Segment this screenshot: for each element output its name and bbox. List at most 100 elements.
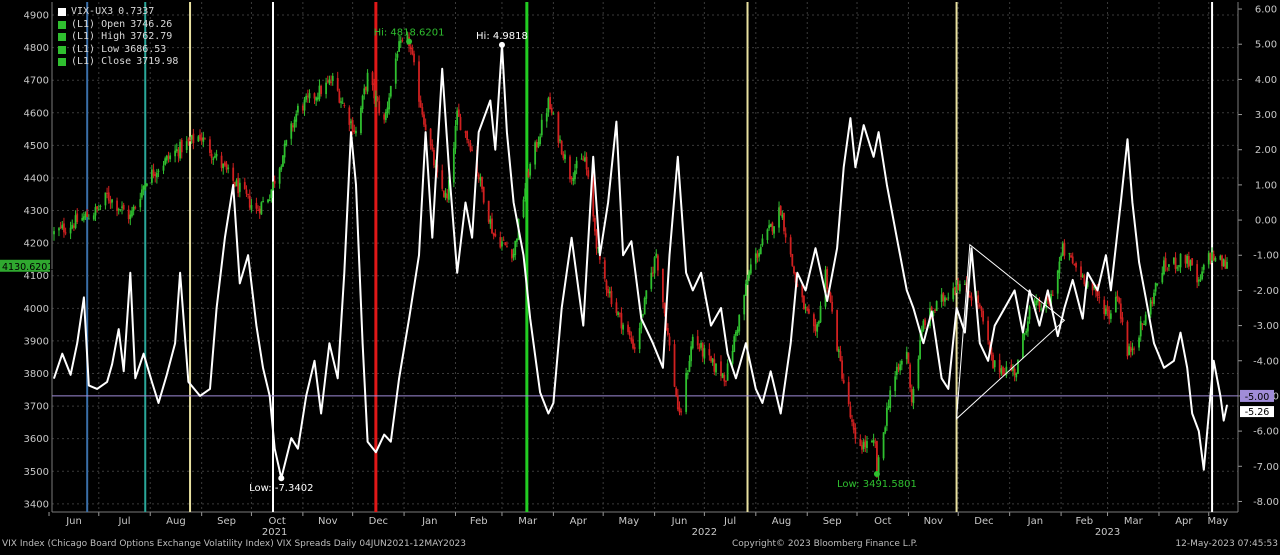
vix-ux3-point bbox=[129, 272, 131, 274]
annotation-label: Hi: 4818.6201 bbox=[374, 28, 445, 39]
candle-body-up bbox=[97, 208, 100, 210]
vix-ux3-point bbox=[854, 166, 856, 168]
price-and-vix-spread-chart: 4900 4800 4700 4600 4500 4400 4300 4200 4100 4000… bbox=[0, 0, 1280, 551]
candle-body-up bbox=[1179, 253, 1182, 268]
candle-body-up bbox=[235, 180, 238, 187]
vix-ux3-point bbox=[88, 384, 90, 386]
vix-ux3-point bbox=[1126, 138, 1129, 140]
candle-body-down bbox=[248, 195, 251, 208]
candle-body-up bbox=[1025, 330, 1028, 333]
candle-body-down bbox=[676, 395, 679, 410]
vix-ux3-point bbox=[814, 247, 817, 249]
vix-ux3-point bbox=[529, 317, 531, 320]
candle-body-down bbox=[652, 272, 654, 274]
candle-body-up bbox=[340, 101, 342, 103]
candle-body-down bbox=[549, 97, 551, 110]
vix-ux3-point bbox=[199, 395, 201, 397]
candle-body-up bbox=[82, 216, 85, 220]
vix-ux3-point bbox=[425, 131, 427, 133]
candle-body-down bbox=[1013, 368, 1016, 376]
left-axis-tick-label: 4100 bbox=[24, 271, 49, 282]
candle-body-up bbox=[1201, 271, 1204, 280]
candle-body-up bbox=[734, 331, 737, 336]
candle-body-down bbox=[245, 189, 248, 194]
candle-body-up bbox=[761, 238, 764, 246]
candle-body-down bbox=[192, 133, 195, 143]
vix-ux3-point bbox=[1105, 254, 1107, 256]
legend-value: 3719.98 bbox=[136, 56, 179, 67]
candle-body-down bbox=[569, 156, 571, 180]
candle-body-up bbox=[1022, 333, 1024, 359]
left-axis-tick-label: 4300 bbox=[24, 206, 49, 217]
candle-body-up bbox=[884, 427, 887, 433]
x-axis-month-label: May bbox=[619, 516, 640, 527]
vix-ux3-point bbox=[615, 120, 618, 123]
legend-swatch bbox=[58, 58, 66, 67]
candle-body-up bbox=[894, 376, 897, 392]
candle-body-up bbox=[489, 219, 492, 224]
candle-body-up bbox=[622, 324, 624, 330]
candle-body-down bbox=[1073, 263, 1076, 265]
x-axis-month-label: Feb bbox=[470, 516, 488, 527]
candle-body-down bbox=[373, 83, 376, 99]
candle-body-up bbox=[389, 85, 392, 97]
candle-body-down bbox=[970, 296, 973, 301]
candle-body-up bbox=[1149, 300, 1152, 315]
vix-ux3-point bbox=[366, 441, 369, 443]
candle-body-up bbox=[212, 158, 215, 160]
candle-body-down bbox=[1002, 367, 1004, 375]
candle-body-down bbox=[673, 344, 676, 387]
candle-body-up bbox=[1207, 253, 1210, 265]
candle-body-down bbox=[852, 422, 855, 430]
vix-ux3-point bbox=[255, 324, 258, 327]
candle-body-up bbox=[325, 82, 327, 95]
candle-body-down bbox=[771, 222, 774, 232]
vix-ux3-point bbox=[1096, 289, 1099, 292]
candle-body-down bbox=[301, 105, 304, 111]
x-axis-month-label: Apr bbox=[1175, 516, 1193, 527]
right-axis-tick-label: 2.00 bbox=[1255, 145, 1277, 156]
candle-body-down bbox=[1224, 260, 1227, 269]
candle-body-down bbox=[442, 190, 445, 197]
legend-value: 0.7337 bbox=[118, 6, 155, 17]
candle-body-down bbox=[678, 407, 681, 413]
vix-ux3-point bbox=[1163, 367, 1165, 369]
candle-body-up bbox=[575, 160, 578, 169]
candle-body-down bbox=[257, 209, 259, 211]
candle-body-down bbox=[134, 207, 137, 209]
candle-body-down bbox=[419, 100, 422, 108]
right-axis-tick-label: 3.00 bbox=[1255, 110, 1277, 121]
candle-body-up bbox=[214, 156, 216, 158]
vix-ux3-point bbox=[970, 247, 973, 249]
candle-body-down bbox=[723, 375, 726, 382]
candle-body-up bbox=[691, 336, 694, 349]
candle-body-up bbox=[197, 136, 200, 142]
vix-ux3-point bbox=[209, 388, 211, 390]
vix-ux3-point bbox=[224, 237, 226, 239]
candle-body-down bbox=[1184, 254, 1187, 264]
candle-body-up bbox=[1139, 321, 1142, 337]
candle-body-up bbox=[900, 360, 903, 365]
candle-body-down bbox=[1046, 298, 1049, 301]
candle-body-down bbox=[247, 193, 250, 195]
vix-ux3-point bbox=[441, 68, 443, 70]
candle-body-up bbox=[53, 231, 55, 235]
candle-body-down bbox=[1103, 299, 1106, 315]
candle-body-down bbox=[657, 255, 659, 271]
candle-body-up bbox=[308, 93, 311, 99]
vix-ux3-point bbox=[1219, 395, 1221, 397]
x-axis-month-label: Nov bbox=[318, 516, 338, 527]
candle-body-down bbox=[945, 299, 948, 301]
legend-swatch bbox=[58, 33, 66, 42]
candle-body-down bbox=[511, 249, 513, 259]
x-axis-month-label: Oct bbox=[269, 516, 286, 527]
vix-ux3-point bbox=[906, 289, 908, 292]
vix-ux3-point bbox=[76, 342, 78, 344]
vix-ux3-point bbox=[849, 117, 851, 119]
candle-body-up bbox=[1027, 321, 1029, 332]
vix-ux3-point bbox=[607, 201, 609, 204]
candle-body-down bbox=[618, 312, 621, 314]
candle-body-down bbox=[73, 225, 75, 228]
candle-body-down bbox=[86, 211, 89, 217]
candle-body-up bbox=[1114, 296, 1117, 313]
